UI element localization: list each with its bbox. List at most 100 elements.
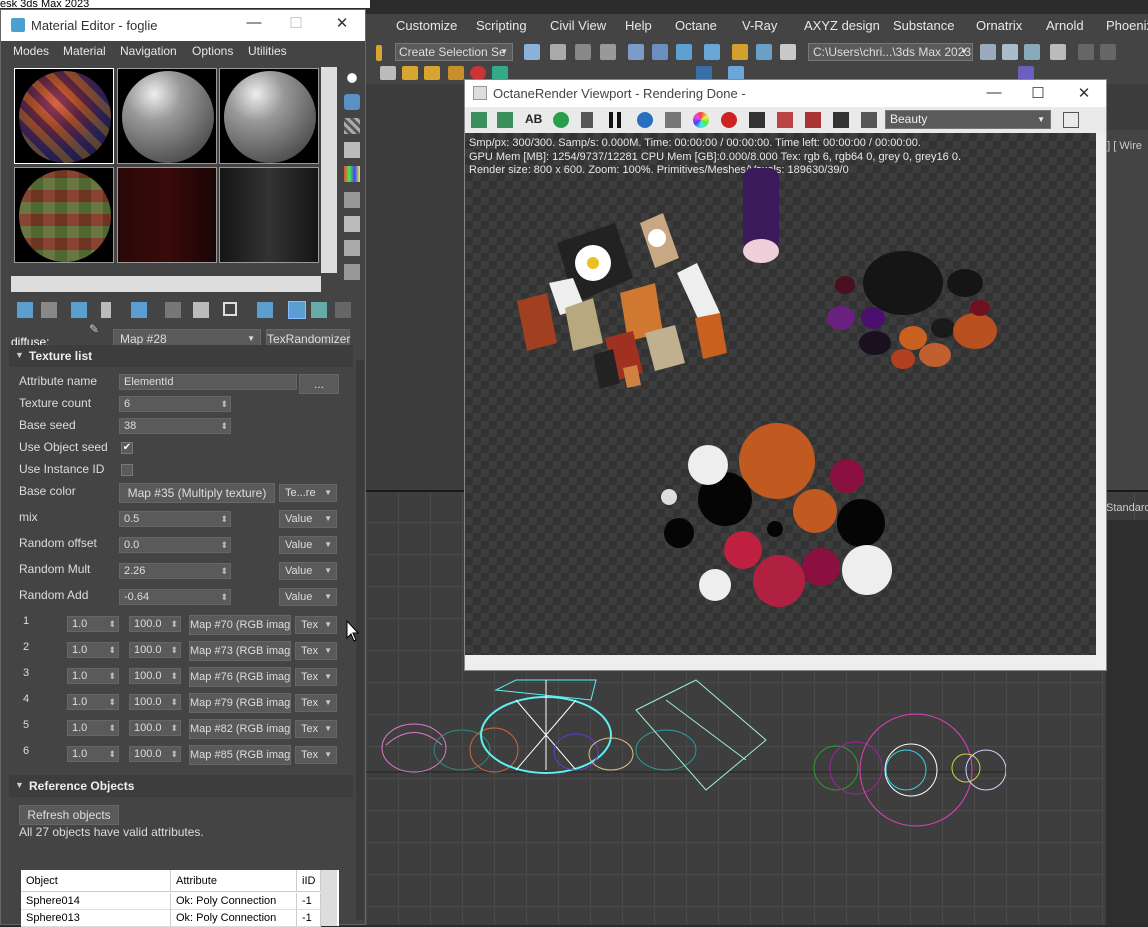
spinner-arrows-icon[interactable]: ⬍: [220, 419, 228, 433]
spinner-arrows-icon[interactable]: ⬍: [108, 721, 116, 735]
show-map-icon[interactable]: [257, 302, 273, 318]
reference-table-scrollbar[interactable]: [321, 870, 337, 926]
af-icon[interactable]: [665, 112, 681, 128]
minimize-icon[interactable]: —: [983, 84, 1005, 104]
box-icon[interactable]: [402, 66, 418, 80]
bind-icon[interactable]: [1024, 44, 1040, 60]
eyedropper-icon[interactable]: ✎: [89, 322, 99, 336]
render-vertical-scrollbar[interactable]: [1096, 133, 1106, 655]
scene-explorer-icon[interactable]: [600, 44, 616, 60]
menu-material[interactable]: Material: [63, 44, 106, 58]
menu-help[interactable]: Help: [625, 18, 652, 33]
random-mult-spinner[interactable]: 2.26 ⬍: [119, 563, 231, 579]
light-icon[interactable]: [448, 66, 464, 80]
schematic-icon[interactable]: [628, 44, 644, 60]
material-pick-icon[interactable]: [805, 112, 821, 128]
texture-row-percent[interactable]: 100.0 ⬍: [129, 616, 181, 632]
save-render-icon[interactable]: [471, 112, 487, 128]
texture-row-weight[interactable]: 1.0 ⬍: [67, 694, 119, 710]
random-offset-type-dropdown[interactable]: Value ▼: [279, 536, 337, 554]
pick-material-icon[interactable]: [335, 302, 351, 318]
settings-icon[interactable]: [861, 112, 877, 128]
close-icon[interactable]: ✕: [1073, 84, 1095, 104]
use-instance-id-checkbox[interactable]: [121, 464, 133, 476]
layer-icon[interactable]: [575, 44, 591, 60]
mix-type-dropdown[interactable]: Value ▼: [279, 510, 337, 528]
attribute-name-input[interactable]: ElementId: [119, 374, 297, 390]
reference-objects-rollout[interactable]: ▼ Reference Objects: [9, 775, 353, 797]
clay-mode-icon[interactable]: [777, 112, 793, 128]
restart-render-icon[interactable]: [553, 112, 569, 128]
texture-row-weight[interactable]: 1.0 ⬍: [67, 746, 119, 762]
texture-row-type-dropdown[interactable]: Tex ▼: [295, 668, 337, 686]
spinner-arrows-icon[interactable]: ⬍: [108, 669, 116, 683]
options-icon[interactable]: [344, 216, 360, 232]
texture-row-weight[interactable]: 1.0 ⬍: [67, 720, 119, 736]
base-color-type-dropdown[interactable]: Te...re ▼: [279, 484, 337, 502]
xy-plane-icon[interactable]: [1018, 66, 1034, 80]
background-icon[interactable]: [344, 118, 360, 134]
spinner-arrows-icon[interactable]: ⬍: [108, 617, 116, 631]
texture-row-type-dropdown[interactable]: Tex ▼: [295, 642, 337, 660]
texture-row-type-dropdown[interactable]: Tex ▼: [295, 694, 337, 712]
put-to-library-icon[interactable]: [165, 302, 181, 318]
backlight-icon[interactable]: [344, 94, 360, 110]
refresh-objects-button[interactable]: Refresh objects: [19, 805, 119, 825]
spinner-arrows-icon[interactable]: ⬍: [220, 397, 228, 411]
selection-set-dropdown[interactable]: Create Selection Se ▼: [395, 43, 513, 61]
spinner-arrows-icon[interactable]: ⬍: [220, 538, 228, 552]
texture-row-map-button[interactable]: Map #79 (RGB image: [189, 693, 291, 713]
region-icon[interactable]: [721, 112, 737, 128]
column-header-attribute[interactable]: Attribute: [171, 870, 297, 892]
table-cell-attribute[interactable]: Ok: Poly Connection: [171, 910, 297, 927]
random-add-spinner[interactable]: -0.64 ⬍: [119, 589, 231, 605]
random-offset-spinner[interactable]: 0.0 ⬍: [119, 537, 231, 553]
menu-civil-view[interactable]: Civil View: [550, 18, 606, 33]
random-add-type-dropdown[interactable]: Value ▼: [279, 588, 337, 606]
material-id-icon[interactable]: [193, 302, 209, 318]
teapot-icon[interactable]: [380, 66, 396, 80]
slots-horizontal-scrollbar[interactable]: [11, 276, 321, 292]
sample-type-icon[interactable]: [344, 70, 360, 86]
spinner-arrows-icon[interactable]: ⬍: [170, 721, 178, 735]
texture-row-type-dropdown[interactable]: Tex ▼: [295, 720, 337, 738]
pause-icon[interactable]: [609, 112, 621, 128]
random-mult-type-dropdown[interactable]: Value ▼: [279, 562, 337, 580]
menu-modes[interactable]: Modes: [13, 44, 49, 58]
table-cell-iid[interactable]: -1: [297, 893, 321, 910]
texture-row-weight[interactable]: 1.0 ⬍: [67, 642, 119, 658]
sphere-icon[interactable]: [470, 66, 486, 80]
assign-to-selection-icon[interactable]: [71, 302, 87, 318]
render-horizontal-scrollbar[interactable]: [465, 655, 1096, 670]
video-color-check-icon[interactable]: [344, 166, 360, 182]
viewport-wireframe-objects[interactable]: [366, 670, 1006, 830]
filter-icon[interactable]: [1050, 44, 1066, 60]
spinner-arrows-icon[interactable]: ⬍: [170, 695, 178, 709]
make-preview-icon[interactable]: [344, 192, 360, 208]
menu-utilities[interactable]: Utilities: [248, 44, 287, 58]
column-header-object[interactable]: Object: [21, 870, 171, 892]
film-region-icon[interactable]: [749, 112, 765, 128]
menu-axyz-design[interactable]: AXYZ design: [804, 18, 880, 33]
spinner-arrows-icon[interactable]: ⬍: [170, 617, 178, 631]
menu-scripting[interactable]: Scripting: [476, 18, 527, 33]
material-editor-titlebar[interactable]: Material Editor - foglie — ☐ ✕: [1, 10, 365, 41]
maximize-icon[interactable]: ☐: [1027, 84, 1049, 104]
texture-row-percent[interactable]: 100.0 ⬍: [129, 720, 181, 736]
refresh-icon[interactable]: [637, 112, 653, 128]
copy-render-icon[interactable]: [497, 112, 513, 128]
project-path-dropdown[interactable]: C:\Users\chri...\3ds Max 2023 ▼: [808, 43, 973, 61]
texture-row-map-button[interactable]: Map #82 (RGB image: [189, 719, 291, 739]
texture-row-map-button[interactable]: Map #85 (RGB image: [189, 745, 291, 765]
material-map-navigator-icon[interactable]: [344, 264, 360, 280]
texture-count-spinner[interactable]: 6 ⬍: [119, 396, 231, 412]
color-picker-icon[interactable]: [693, 112, 709, 128]
table-cell-object[interactable]: Sphere013: [21, 910, 171, 927]
spinner-arrows-icon[interactable]: ⬍: [170, 669, 178, 683]
spinner-arrows-icon[interactable]: ⬍: [220, 564, 228, 578]
material-slot-2[interactable]: [117, 68, 217, 164]
material-slot-6[interactable]: [219, 167, 319, 263]
octane-render-canvas[interactable]: Smp/px: 300/300. Samp/s: 0.000M. Time: 0…: [465, 133, 1096, 655]
cup-icon[interactable]: [424, 66, 440, 80]
texture-row-weight[interactable]: 1.0 ⬍: [67, 668, 119, 684]
